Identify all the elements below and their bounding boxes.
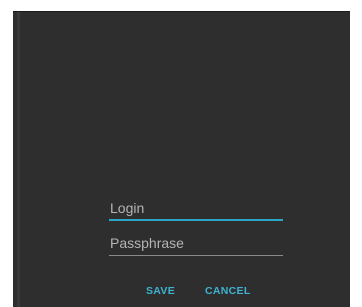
- login-placeholder: Login: [110, 200, 145, 216]
- credentials-dialog: Login Passphrase SAVE CANCEL: [13, 11, 350, 307]
- passphrase-field[interactable]: Passphrase: [109, 234, 283, 256]
- login-field[interactable]: Login: [109, 199, 283, 221]
- login-underline: [109, 219, 283, 221]
- passphrase-underline: [109, 255, 283, 256]
- save-button[interactable]: SAVE: [146, 284, 175, 298]
- passphrase-placeholder: Passphrase: [110, 235, 184, 251]
- cancel-button[interactable]: CANCEL: [205, 284, 251, 298]
- dialog-edge: [17, 12, 20, 307]
- screenshot-frame: Login Passphrase SAVE CANCEL: [0, 0, 362, 307]
